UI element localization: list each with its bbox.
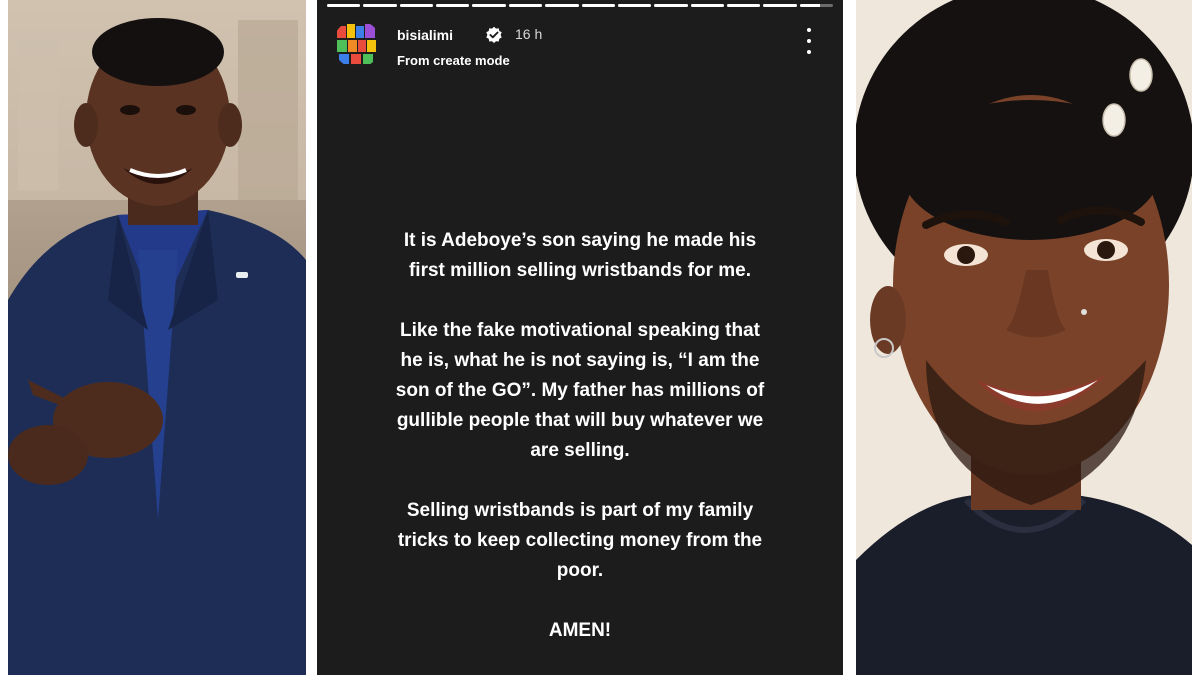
progress-segment bbox=[690, 4, 724, 7]
progress-segment bbox=[545, 4, 579, 7]
story-timestamp: 16 h bbox=[515, 26, 543, 42]
progress-segment bbox=[436, 4, 470, 7]
avatar-image bbox=[333, 20, 381, 68]
avatar[interactable] bbox=[333, 20, 381, 68]
progress-segment bbox=[508, 4, 543, 7]
right-photo bbox=[856, 0, 1192, 675]
progress-segment bbox=[799, 4, 834, 7]
progress-segment bbox=[654, 4, 688, 7]
progress-segment bbox=[617, 4, 652, 7]
story-panel: bisialimi 16 h From create mode It is Ad… bbox=[317, 0, 843, 675]
story-username[interactable]: bisialimi bbox=[397, 27, 453, 43]
left-photo bbox=[8, 0, 306, 675]
story-paragraph: It is Adeboye’s son saying he made his f… bbox=[403, 230, 757, 281]
story-paragraph: Like the fake motivational speaking that… bbox=[395, 320, 765, 461]
progress-segment bbox=[581, 4, 615, 7]
progress-segment bbox=[327, 4, 361, 7]
man-in-suit-illustration bbox=[8, 0, 306, 675]
story-text: It is Adeboye’s son saying he made his f… bbox=[345, 226, 815, 646]
progress-segment bbox=[399, 4, 434, 7]
story-header: bisialimi 16 h From create mode bbox=[333, 18, 827, 74]
smiling-man-illustration bbox=[856, 0, 1192, 675]
more-vertical-icon[interactable] bbox=[799, 28, 819, 54]
progress-segment bbox=[363, 4, 397, 7]
progress-segment bbox=[472, 4, 506, 7]
story-paragraph: Selling wristbands is part of my family … bbox=[397, 500, 763, 581]
story-subtitle: From create mode bbox=[397, 53, 510, 68]
progress-segment bbox=[726, 4, 761, 7]
verified-badge-icon bbox=[485, 26, 503, 44]
progress-segment bbox=[763, 4, 797, 7]
story-progress-bar bbox=[327, 4, 834, 7]
story-paragraph: AMEN! bbox=[548, 620, 612, 641]
